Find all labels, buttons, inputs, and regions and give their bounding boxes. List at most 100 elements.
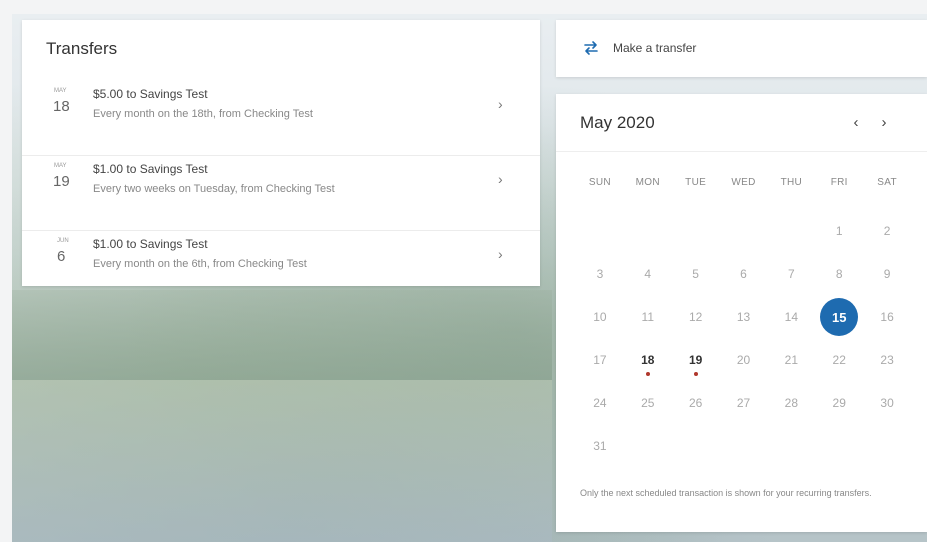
calendar-day-number: 12 (688, 310, 703, 324)
calendar-day-number: 4 (644, 267, 652, 281)
calendar-day[interactable]: 21 (767, 346, 815, 389)
calendar-day-number: 7 (788, 267, 795, 281)
calendar-day[interactable]: 12 (672, 303, 720, 346)
calendar-empty-cell (624, 217, 672, 260)
chevron-left-icon[interactable]: ‹ (846, 113, 866, 133)
calendar-day[interactable]: 27 (720, 389, 768, 432)
calendar-day[interactable]: 31 (576, 432, 624, 475)
calendar-day[interactable]: 28 (767, 389, 815, 432)
calendar-day[interactable]: 1 (815, 217, 863, 260)
calendar-day[interactable]: 24 (576, 389, 624, 432)
calendar-day-number: 3 (596, 267, 604, 281)
calendar-day-number: 31 (593, 439, 607, 453)
calendar-month-title: May 2020 (580, 113, 655, 132)
calendar-day-number: 10 (593, 310, 607, 324)
calendar-day-number: 19 (688, 353, 703, 367)
calendar-day-number: 11 (641, 310, 654, 324)
transfer-month: JUN (57, 238, 69, 244)
calendar-day[interactable]: 18 (624, 346, 672, 389)
chevron-right-icon[interactable]: › (498, 96, 503, 112)
weekday-header: FRI (830, 177, 848, 188)
calendar-day[interactable]: 19 (672, 346, 720, 389)
calendar-empty-cell (720, 217, 768, 260)
event-dot (645, 372, 650, 376)
calendar-day-number: 25 (641, 396, 655, 410)
calendar-day[interactable]: 2 (863, 217, 911, 260)
transfer-row[interactable]: JUN 6 $1.00 to Savings Test Every month … (22, 232, 540, 306)
calendar-day[interactable]: 15 (815, 298, 863, 346)
calendar-day-number: 17 (593, 353, 607, 367)
transfers-card: Transfers MAY 18 $5.00 to Savings Test E… (22, 20, 540, 286)
calendar-empty-cell (576, 217, 624, 260)
transfer-day: 18 (53, 98, 70, 115)
weekday-header: MON (635, 177, 660, 188)
calendar-day-number: 22 (832, 353, 846, 367)
transfer-title: $1.00 to Savings Test (93, 237, 208, 251)
calendar-day-number: 14 (784, 310, 799, 324)
chevron-right-icon[interactable]: › (498, 171, 503, 187)
make-transfer-button[interactable]: Make a transfer (556, 20, 927, 77)
calendar-day-number: 1 (835, 224, 843, 238)
calendar-day-number: 23 (880, 353, 894, 367)
divider (556, 151, 927, 152)
weekday-header: WED (731, 177, 756, 188)
transfers-title: Transfers (46, 39, 118, 58)
weekday-header: TUE (685, 177, 707, 188)
transfer-title: $5.00 to Savings Test (93, 87, 208, 101)
weekday-header: SAT (877, 177, 897, 188)
calendar-day-number: 6 (740, 267, 747, 281)
calendar-day[interactable]: 11 (624, 303, 672, 346)
calendar-day[interactable]: 16 (863, 303, 911, 346)
calendar-day[interactable]: 4 (624, 260, 672, 303)
weekday-header: SUN (588, 177, 611, 188)
calendar-day[interactable]: 7 (767, 260, 815, 303)
make-transfer-label: Make a transfer (613, 41, 697, 55)
calendar-day-number: 21 (784, 353, 799, 367)
transfer-title: $1.00 to Savings Test (93, 162, 208, 176)
calendar-day[interactable]: 5 (672, 260, 720, 303)
calendar-day[interactable]: 10 (576, 303, 624, 346)
chevron-right-icon[interactable]: › (498, 246, 503, 262)
transfer-row[interactable]: MAY 19 $1.00 to Savings Test Every two w… (22, 157, 540, 231)
calendar-day-number: 24 (593, 396, 607, 410)
transfer-subtitle: Every month on the 6th, from Checking Te… (93, 258, 307, 270)
background-water (12, 380, 552, 542)
calendar-note: Only the next scheduled transaction is s… (580, 488, 872, 498)
calendar-day[interactable]: 30 (863, 389, 911, 432)
calendar-day[interactable]: 26 (672, 389, 720, 432)
calendar-day-number: 18 (641, 353, 655, 367)
calendar-day[interactable]: 3 (576, 260, 624, 303)
calendar-day[interactable]: 13 (720, 303, 768, 346)
calendar-day[interactable]: 23 (863, 346, 911, 389)
calendar-day-number: 8 (835, 267, 843, 281)
calendar-day[interactable]: 9 (863, 260, 911, 303)
calendar-day[interactable]: 6 (720, 260, 768, 303)
transfer-month: MAY (54, 163, 67, 169)
transfer-row[interactable]: MAY 18 $5.00 to Savings Test Every month… (22, 82, 540, 156)
chevron-right-icon[interactable]: › (874, 113, 894, 133)
calendar-grid: SUN MON TUE WED THU FRI SAT 1 2 3 4 5 6 7 8 9 10 11 12 13 14… (576, 174, 911, 475)
calendar-day[interactable]: 17 (576, 346, 624, 389)
calendar-empty-cell (672, 217, 720, 260)
calendar-day-number: 5 (692, 267, 699, 281)
calendar-day-number: 28 (784, 396, 799, 410)
calendar-day-number: 30 (880, 396, 894, 410)
calendar-day[interactable]: 22 (815, 346, 863, 389)
calendar-card: May 2020 ‹ › SUN MON TUE WED THU FRI SAT 1 2 3 4 5 6… (556, 94, 927, 532)
transfer-day: 6 (57, 248, 66, 265)
calendar-day-number: 15 (831, 310, 847, 325)
transfer-subtitle: Every two weeks on Tuesday, from Checkin… (93, 183, 335, 195)
calendar-day-number: 9 (883, 267, 891, 281)
calendar-day[interactable]: 29 (815, 389, 863, 432)
calendar-day[interactable]: 25 (624, 389, 672, 432)
weekday-header: THU (780, 177, 803, 188)
calendar-day[interactable]: 8 (815, 260, 863, 303)
transfer-subtitle: Every month on the 18th, from Checking T… (93, 108, 313, 120)
calendar-day[interactable]: 20 (720, 346, 768, 389)
calendar-empty-cell (767, 217, 815, 260)
swap-arrows-icon (584, 41, 598, 55)
transfer-day: 19 (53, 173, 70, 190)
calendar-day[interactable]: 14 (767, 303, 815, 346)
calendar-day-number: 29 (832, 396, 846, 410)
event-dot (693, 372, 698, 376)
